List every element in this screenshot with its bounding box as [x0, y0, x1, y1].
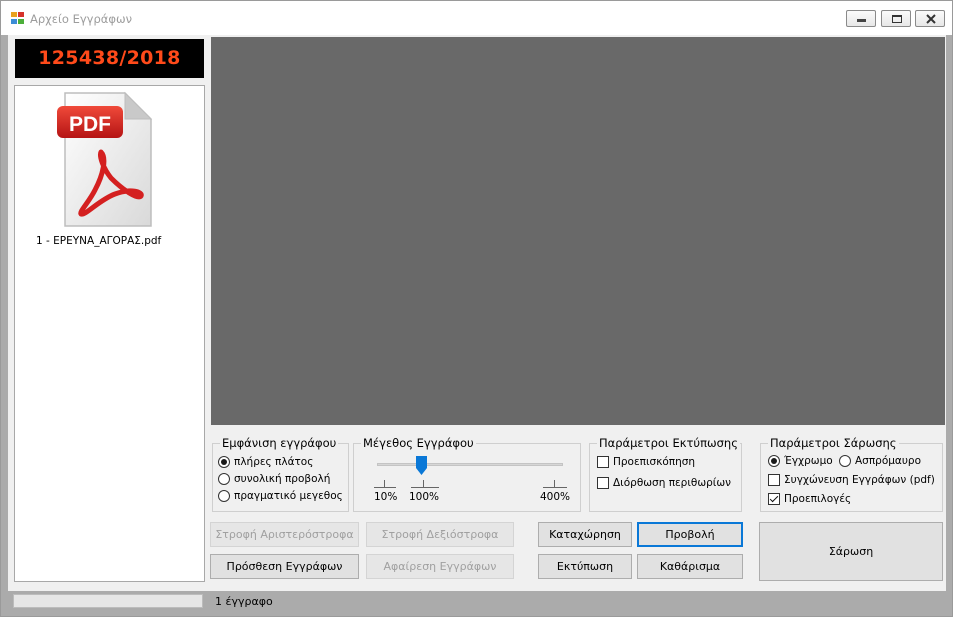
minimize-button[interactable]: [846, 10, 876, 27]
progress-bar: [13, 594, 203, 608]
close-button[interactable]: [915, 10, 945, 27]
tick-label-400: 400%: [540, 491, 571, 503]
scan-group-title: Παράμετροι Σάρωσης: [768, 436, 899, 450]
status-bar: 1 έγγραφο: [8, 591, 946, 611]
app-window-icon: [11, 12, 24, 24]
checkbox-preview[interactable]: [597, 456, 609, 468]
option-color[interactable]: Έγχρωμο: [768, 455, 833, 467]
clear-button[interactable]: Καθάρισμα: [637, 554, 743, 579]
pdf-icon-label: PDF: [69, 113, 111, 136]
remove-documents-button[interactable]: Αφαίρεση Εγγράφων: [366, 554, 514, 579]
client-area: 125438/2018 PDF 1 - ΕΡΕΥΝΑ_ΑΓΟΡΑΣ.pdf Εμ…: [8, 35, 946, 611]
scan-group: Παράμετροι Σάρωσης Έγχρωμο Ασπρόμαυρο Συ…: [760, 436, 943, 512]
radio-bw[interactable]: [839, 455, 851, 467]
pdf-file-icon: PDF: [57, 91, 153, 227]
option-defaults[interactable]: Προεπιλογές: [768, 493, 851, 505]
close-icon: [926, 14, 936, 24]
file-name: 1 - ΕΡΕΥΝΑ_ΑΓΟΡΑΣ.pdf: [36, 235, 162, 247]
minimize-icon: [857, 19, 866, 22]
rotate-left-button[interactable]: Στροφή Αριστερόστροφα: [210, 522, 359, 547]
option-overview[interactable]: συνολική προβολή: [218, 473, 330, 485]
radio-color[interactable]: [768, 455, 780, 467]
zoom-slider-thumb[interactable]: [416, 456, 427, 475]
size-group: Μέγεθος Εγγράφου 10% 100% 400%: [353, 436, 581, 512]
window-title: Αρχείο Εγγράφων: [30, 12, 133, 26]
tick-label-100: 100%: [409, 491, 440, 503]
option-actual-size[interactable]: πραγματικό μεγεθος: [218, 490, 343, 502]
print-group-title: Παράμετροι Εκτύπωσης: [597, 436, 740, 450]
display-group-title: Εμφάνιση εγγράφου: [220, 436, 339, 450]
view-button[interactable]: Προβολή: [637, 522, 743, 547]
checkbox-defaults[interactable]: [768, 493, 780, 505]
radio-full-width[interactable]: [218, 456, 230, 468]
file-list[interactable]: PDF 1 - ΕΡΕΥΝΑ_ΑΓΟΡΑΣ.pdf: [14, 85, 205, 582]
radio-overview[interactable]: [218, 473, 230, 485]
option-preview[interactable]: Προεπισκόπηση: [597, 456, 695, 468]
scan-button[interactable]: Σάρωση: [759, 522, 943, 581]
checkbox-margin-fix[interactable]: [597, 477, 609, 489]
size-group-title: Μέγεθος Εγγράφου: [361, 436, 476, 450]
rotate-right-button[interactable]: Στροφή Δεξιόστροφα: [366, 522, 514, 547]
option-full-width[interactable]: πλήρες πλάτος: [218, 456, 313, 468]
checkbox-merge-pdf[interactable]: [768, 474, 780, 486]
status-text: 1 έγγραφο: [215, 595, 273, 608]
tick-label-10: 10%: [374, 491, 398, 503]
zoom-slider-track[interactable]: [377, 463, 563, 466]
option-margin-fix[interactable]: Διόρθωση περιθωρίων: [597, 477, 731, 489]
radio-actual-size[interactable]: [218, 490, 230, 502]
maximize-icon: [892, 15, 902, 23]
document-viewer[interactable]: [211, 37, 945, 425]
option-merge-pdf[interactable]: Συγχώνευση Εγγράφων (pdf): [768, 474, 935, 486]
print-group: Παράμετροι Εκτύπωσης Προεπισκόπηση Διόρθ…: [589, 436, 742, 512]
print-button[interactable]: Εκτύπωση: [538, 554, 632, 579]
maximize-button[interactable]: [881, 10, 911, 27]
add-documents-button[interactable]: Πρόσθεση Εγγράφων: [210, 554, 359, 579]
document-number: 125438/2018: [15, 39, 204, 78]
list-item[interactable]: PDF 1 - ΕΡΕΥΝΑ_ΑΓΟΡΑΣ.pdf: [23, 88, 183, 248]
option-bw[interactable]: Ασπρόμαυρο: [839, 455, 921, 467]
display-group: Εμφάνιση εγγράφου πλήρες πλάτος συνολική…: [212, 436, 349, 512]
register-button[interactable]: Καταχώρηση: [538, 522, 632, 547]
app-window: Αρχείο Εγγράφων 125438/2018 PDF 1 - ΕΡΕΥ…: [0, 0, 953, 617]
title-bar[interactable]: Αρχείο Εγγράφων: [1, 1, 952, 35]
